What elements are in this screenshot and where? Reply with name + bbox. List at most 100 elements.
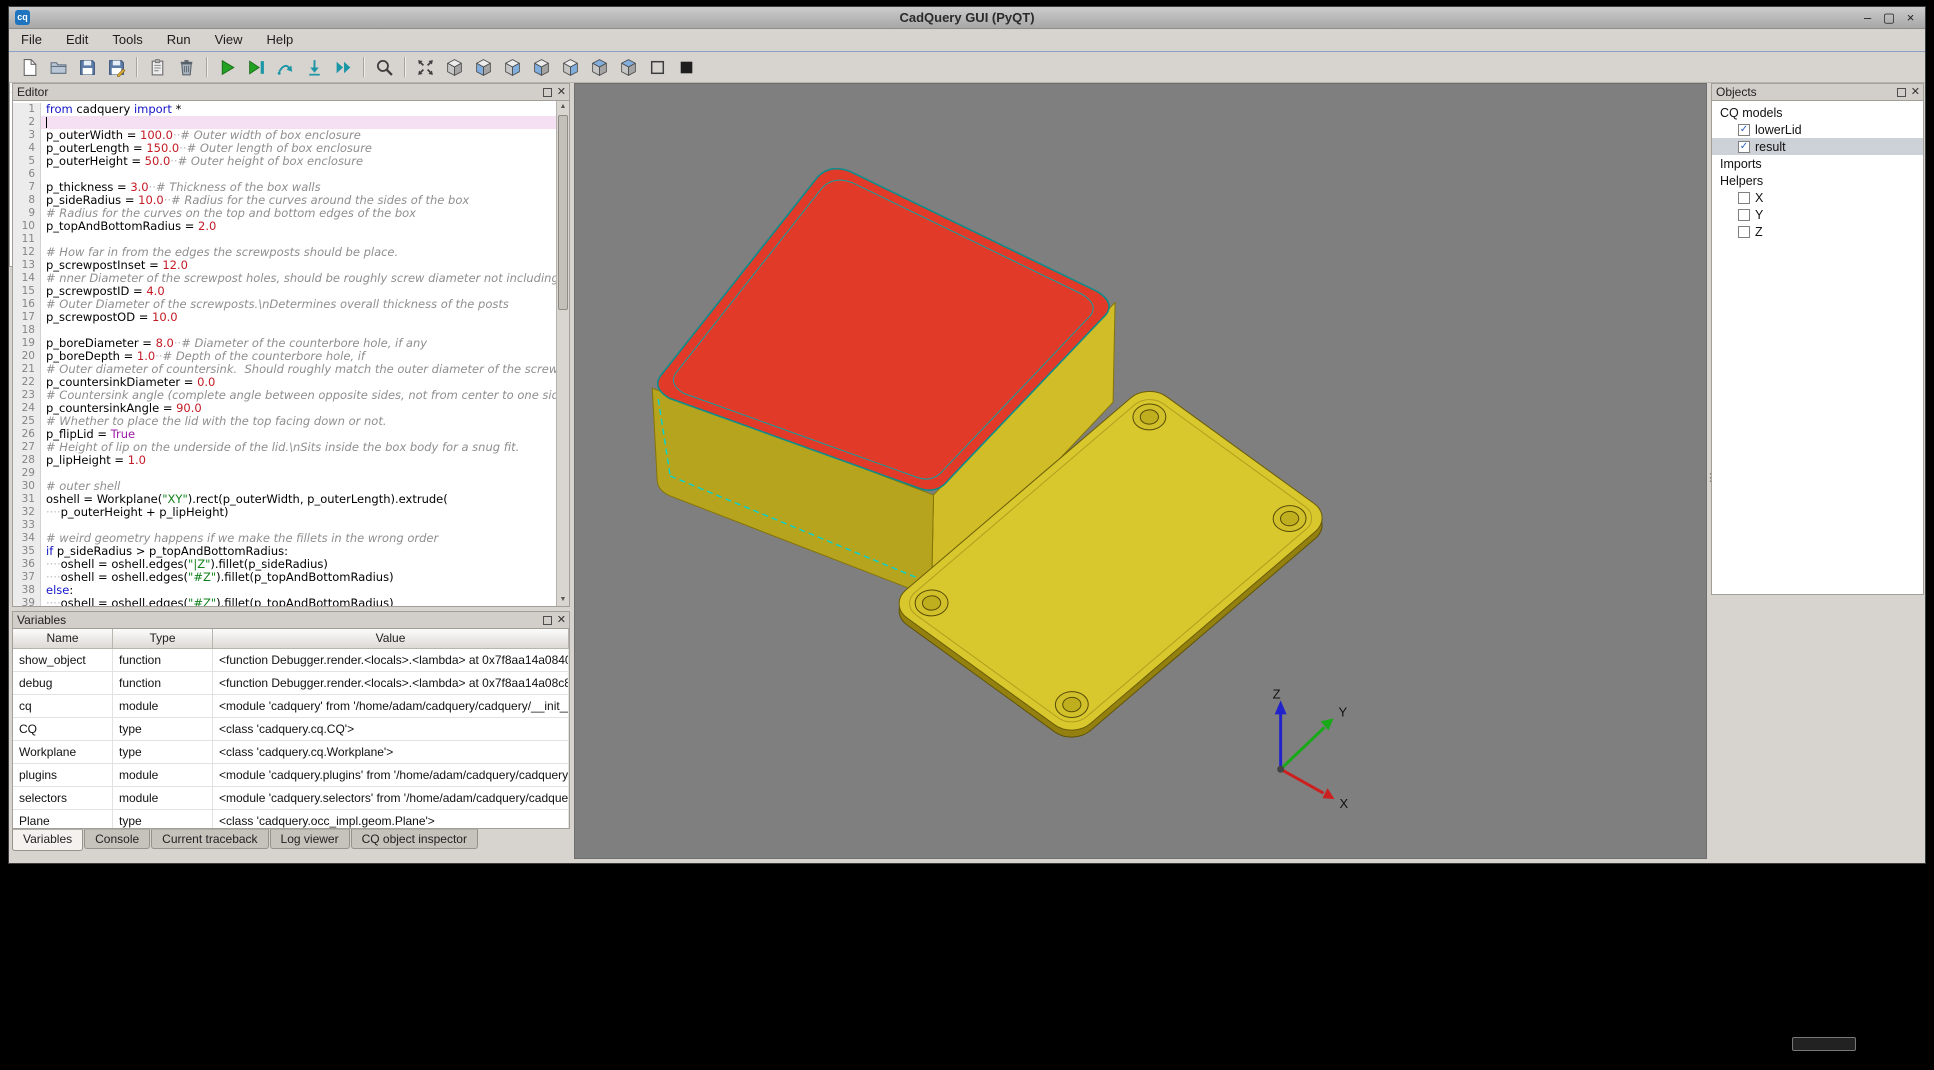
line-number: 17: [13, 311, 41, 324]
scroll-up-icon[interactable]: ▲: [557, 101, 569, 113]
code-line: 14# nner Diameter of the screwpost holes…: [13, 272, 556, 285]
tree-item-helpers[interactable]: Helpers: [1712, 172, 1923, 189]
axis-x-arrow: [1281, 769, 1324, 793]
tab-variables[interactable]: Variables: [12, 829, 83, 851]
viewport-canvas[interactable]: Z Y X: [575, 84, 1706, 858]
view-right-cube-button[interactable]: [557, 54, 584, 80]
menu-run[interactable]: Run: [155, 29, 203, 51]
view-bottom-cube-icon: [619, 58, 638, 77]
code-line: 6: [13, 168, 556, 181]
code-text: p_thickness = 3.0··# Thickness of the bo…: [41, 181, 556, 194]
toolbar-separator: [136, 57, 138, 77]
clipboard-button[interactable]: [144, 54, 171, 80]
tree-item-cq-models[interactable]: CQ models: [1712, 104, 1923, 121]
view-bottom-cube-button[interactable]: [615, 54, 642, 80]
code-line: 7p_thickness = 3.0··# Thickness of the b…: [13, 181, 556, 194]
column-header-value: Value: [213, 629, 569, 649]
code-text: [41, 233, 556, 246]
render-play-button[interactable]: [214, 54, 241, 80]
view-iso-cube-button[interactable]: [441, 54, 468, 80]
code-line: 5p_outerHeight = 50.0··# Outer height of…: [13, 155, 556, 168]
tree-item-result[interactable]: ✓result: [1712, 138, 1923, 155]
debug-play-button[interactable]: [243, 54, 270, 80]
checkbox[interactable]: [1738, 226, 1750, 238]
close-button[interactable]: ×: [1902, 10, 1919, 25]
fit-all-button[interactable]: [412, 54, 439, 80]
step-into-button[interactable]: [301, 54, 328, 80]
view-front-cube-button[interactable]: [470, 54, 497, 80]
close-panel-icon[interactable]: ✕: [557, 87, 566, 97]
view-left-cube-button[interactable]: [528, 54, 555, 80]
menu-file[interactable]: File: [9, 29, 54, 51]
line-number: 13: [13, 259, 41, 272]
new-file-button[interactable]: [16, 54, 43, 80]
code-text: [41, 467, 556, 480]
menu-tools[interactable]: Tools: [100, 29, 154, 51]
editor-scrollbar[interactable]: ▲ ▼: [556, 101, 569, 606]
horizontal-splitter[interactable]: [1711, 595, 1924, 599]
save-as-button[interactable]: [103, 54, 130, 80]
tab-console[interactable]: Console: [84, 829, 150, 849]
line-number: 3: [13, 129, 41, 142]
tab-cq-object-inspector[interactable]: CQ object inspector: [351, 829, 478, 849]
wireframe-square-button[interactable]: [644, 54, 671, 80]
menu-view[interactable]: View: [203, 29, 255, 51]
save-button[interactable]: [74, 54, 101, 80]
scrollbar-thumb[interactable]: [558, 115, 568, 310]
trash-icon: [177, 58, 196, 77]
variables-dock: Variables ✕ NameTypeValue show_objectfun…: [12, 611, 570, 829]
trash-button[interactable]: [173, 54, 200, 80]
menu-edit[interactable]: Edit: [54, 29, 100, 51]
zoom-button[interactable]: [371, 54, 398, 80]
line-number: 19: [13, 337, 41, 350]
tree-item-y[interactable]: Y: [1712, 206, 1923, 223]
var-value: <module 'cadquery.selectors' from '/home…: [213, 787, 569, 810]
code-line: 4p_outerLength = 150.0··# Outer length o…: [13, 142, 556, 155]
debug-play-icon: [247, 58, 266, 77]
line-number: 4: [13, 142, 41, 155]
float-panel-icon[interactable]: [543, 616, 552, 625]
code-line: 10p_topAndBottomRadius = 2.0: [13, 220, 556, 233]
tree-item-z[interactable]: Z: [1712, 223, 1923, 240]
code-line: 2: [13, 116, 556, 129]
checkbox[interactable]: ✓: [1738, 141, 1750, 153]
toolbar-separator: [363, 57, 365, 77]
continue-icon: [334, 58, 353, 77]
close-panel-icon[interactable]: ✕: [557, 615, 566, 625]
code-text: ····p_outerHeight + p_lipHeight): [41, 506, 556, 519]
continue-button[interactable]: [330, 54, 357, 80]
view-back-cube-button[interactable]: [499, 54, 526, 80]
code-line: 19p_boreDiameter = 8.0··# Diameter of th…: [13, 337, 556, 350]
scroll-down-icon[interactable]: ▼: [557, 594, 569, 606]
checkbox[interactable]: ✓: [1738, 124, 1750, 136]
menu-help[interactable]: Help: [255, 29, 306, 51]
tree-item-lowerlid[interactable]: ✓lowerLid: [1712, 121, 1923, 138]
axis-y-label: Y: [1338, 704, 1347, 719]
step-over-button[interactable]: [272, 54, 299, 80]
minimize-button[interactable]: –: [1859, 10, 1876, 25]
shaded-square-button[interactable]: [673, 54, 700, 80]
open-folder-button[interactable]: [45, 54, 72, 80]
checkbox[interactable]: [1738, 209, 1750, 221]
close-panel-icon[interactable]: ✕: [1911, 87, 1920, 97]
float-panel-icon[interactable]: [1897, 88, 1906, 97]
var-type: type: [113, 741, 213, 764]
tree-item-x[interactable]: X: [1712, 189, 1923, 206]
axis-x-label: X: [1339, 796, 1348, 811]
checkbox[interactable]: [1738, 192, 1750, 204]
editor-body[interactable]: 1from cadquery import *23p_outerWidth = …: [12, 101, 570, 607]
maximize-button[interactable]: ▢: [1881, 10, 1898, 26]
float-panel-icon[interactable]: [543, 88, 552, 97]
view-top-cube-button[interactable]: [586, 54, 613, 80]
tree-item-imports[interactable]: Imports: [1712, 155, 1923, 172]
tab-log-viewer[interactable]: Log viewer: [270, 829, 350, 849]
code-text: from cadquery import *: [41, 103, 556, 116]
line-number: 28: [13, 454, 41, 467]
axis-origin: [1277, 766, 1284, 773]
viewport-3d[interactable]: Z Y X: [574, 83, 1707, 859]
save-as-icon: [107, 58, 126, 77]
code-text: # outer shell: [41, 480, 556, 493]
tab-current-traceback[interactable]: Current traceback: [151, 829, 268, 849]
code-line: 21# Outer diameter of countersink. Shoul…: [13, 363, 556, 376]
line-number: 2: [13, 116, 41, 129]
